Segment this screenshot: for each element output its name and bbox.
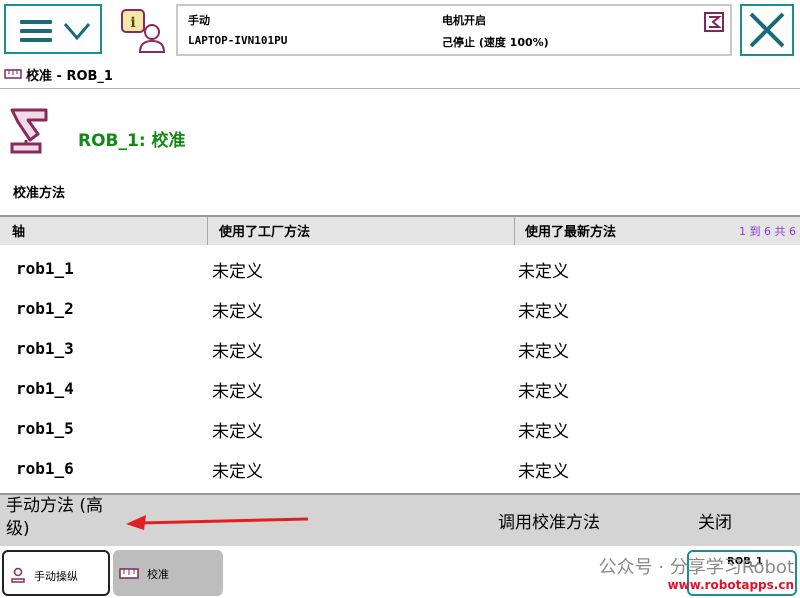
axis-cell: rob1_6 <box>16 459 74 478</box>
axis-cell: rob1_3 <box>16 339 74 358</box>
watermark-text: 公众号 · 分享学习Robot <box>598 557 794 578</box>
column-axis[interactable]: 轴 <box>12 221 25 240</box>
run-state: 己停止 (速度 100%) <box>442 36 549 49</box>
column-latest-method[interactable]: 使用了最新方法 <box>525 221 616 240</box>
factory-method-cell: 未定义 <box>212 342 263 362</box>
robot-arm-icon <box>10 108 48 154</box>
pager-label: 1 到 6 共 6 <box>739 225 796 238</box>
task-jog[interactable]: 手动操纵 <box>2 550 110 596</box>
factory-method-cell: 未定义 <box>212 462 263 482</box>
operating-mode: 手动 <box>188 14 210 27</box>
table-row[interactable]: rob1_6 未定义 未定义 <box>0 448 800 488</box>
latest-method-cell: 未定义 <box>518 462 569 482</box>
view-title-bar: 校准 - ROB_1 <box>0 60 800 89</box>
calibration-icon <box>4 69 22 79</box>
hamburger-icon <box>20 20 52 42</box>
red-arrow-annotation <box>126 515 309 530</box>
close-button[interactable]: 关闭 <box>698 508 732 533</box>
factory-method-cell: 未定义 <box>212 382 263 402</box>
factory-method-cell: 未定义 <box>212 422 263 442</box>
table-row[interactable]: rob1_2 未定义 未定义 <box>0 288 800 328</box>
call-calibration-method-button[interactable]: 调用校准方法 <box>498 508 600 533</box>
latest-method-cell: 未定义 <box>518 302 569 322</box>
latest-method-cell: 未定义 <box>518 342 569 362</box>
table-header: 轴 使用了工厂方法 使用了最新方法 1 到 6 共 6 <box>0 215 800 245</box>
table-row[interactable]: rob1_3 未定义 未定义 <box>0 328 800 368</box>
latest-method-cell: 未定义 <box>518 262 569 282</box>
controller-host: LAPTOP-IVN101PU <box>188 34 288 47</box>
axis-cell: rob1_5 <box>16 419 74 438</box>
close-icon <box>749 12 785 48</box>
page-title: ROB_1: 校准 <box>78 131 186 151</box>
factory-method-cell: 未定义 <box>212 262 263 282</box>
axis-cell: rob1_1 <box>16 259 74 278</box>
watermark-site: www.robotapps.cn <box>667 578 794 592</box>
column-factory-method[interactable]: 使用了工厂方法 <box>219 221 310 240</box>
svg-text:i: i <box>130 15 135 31</box>
chevron-down-icon <box>63 23 91 41</box>
view-title: 校准 - ROB_1 <box>26 69 113 84</box>
section-label: 校准方法 <box>13 186 66 201</box>
latest-method-cell: 未定义 <box>518 422 569 442</box>
event-log-icon[interactable]: i <box>118 6 170 56</box>
task-status-icon <box>704 12 724 32</box>
calibration-icon <box>119 568 139 579</box>
table-row[interactable]: rob1_5 未定义 未定义 <box>0 408 800 448</box>
axis-cell: rob1_4 <box>16 379 74 398</box>
table-row[interactable]: rob1_1 未定义 未定义 <box>0 248 800 288</box>
task-calibration[interactable]: 校准 <box>113 550 223 596</box>
manual-method-button[interactable]: 手动方法 (高 级) <box>6 495 103 541</box>
factory-method-cell: 未定义 <box>212 302 263 322</box>
status-panel[interactable]: 手动 LAPTOP-IVN101PU 电机开启 己停止 (速度 100%) <box>176 4 732 56</box>
action-bar: 手动方法 (高 级) 调用校准方法 关闭 <box>0 493 800 546</box>
main-menu-button[interactable] <box>4 4 102 54</box>
motor-state: 电机开启 <box>442 14 486 27</box>
close-window-button[interactable] <box>740 4 794 56</box>
jog-icon <box>11 567 25 583</box>
axis-cell: rob1_2 <box>16 299 74 318</box>
table-row[interactable]: rob1_4 未定义 未定义 <box>0 368 800 408</box>
latest-method-cell: 未定义 <box>518 382 569 402</box>
